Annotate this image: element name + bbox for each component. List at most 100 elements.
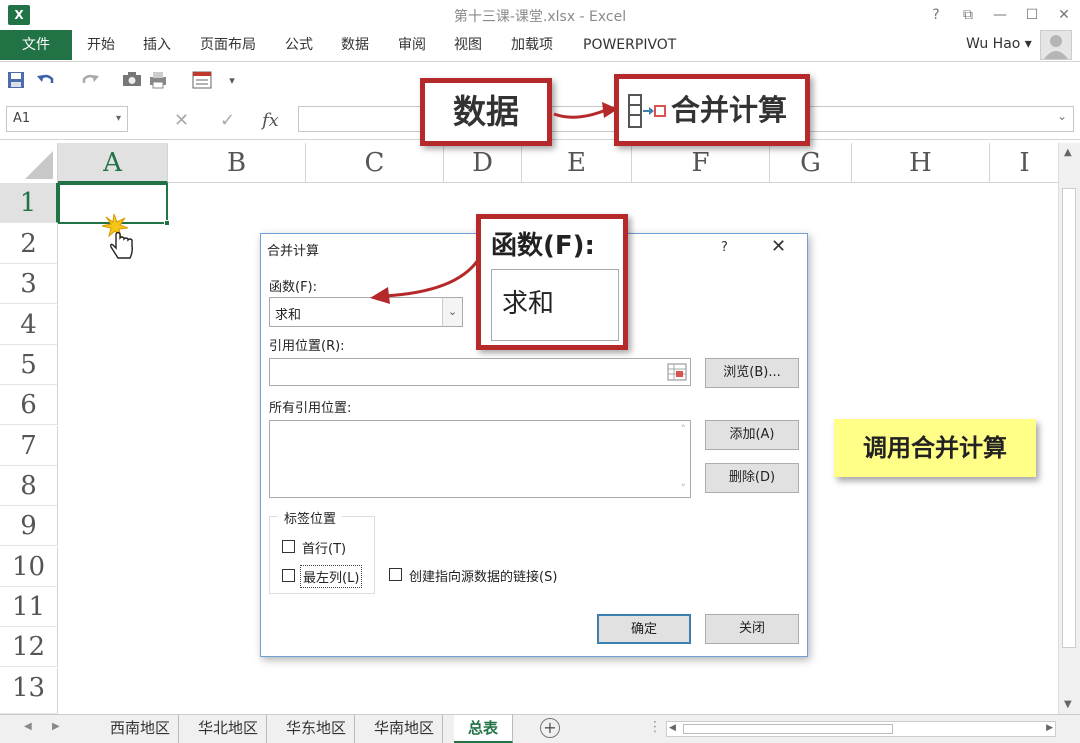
all-references-list[interactable]: ˄ ˅ xyxy=(269,420,691,498)
row-header-9[interactable]: 9 xyxy=(0,506,58,546)
scroll-up-icon[interactable]: ▲ xyxy=(1064,147,1072,158)
name-box[interactable]: A1 ▾ xyxy=(6,106,128,132)
function-label: 函数(F): xyxy=(269,280,318,295)
collapse-dialog-icon[interactable] xyxy=(666,361,688,383)
maximize-button[interactable]: ☐ xyxy=(1018,4,1046,26)
expand-formula-icon[interactable]: ⌄ xyxy=(1057,109,1067,123)
fill-handle[interactable] xyxy=(164,220,170,226)
dialog-help-icon[interactable]: ? xyxy=(721,240,728,255)
scroll-left-icon[interactable]: ◀ xyxy=(669,723,676,733)
reference-input[interactable] xyxy=(269,358,691,386)
select-all-corner[interactable] xyxy=(0,143,58,183)
column-header-d[interactable]: D xyxy=(444,143,522,183)
help-icon[interactable]: ? xyxy=(922,4,950,26)
ok-button[interactable]: 确定 xyxy=(597,614,691,644)
row-header-1[interactable]: 1 xyxy=(0,183,58,223)
form-icon[interactable] xyxy=(192,71,212,91)
row-header-4[interactable]: 4 xyxy=(0,305,58,345)
sheet-tab-east[interactable]: 华东地区 xyxy=(278,715,356,743)
name-box-value: A1 xyxy=(13,111,31,126)
tab-insert[interactable]: 插入 xyxy=(143,30,171,60)
title-bar: X 第十三课-课堂.xlsx - Excel ? ⧉ — ☐ ✕ xyxy=(0,0,1080,30)
ribbon-tab-bar: 文件 开始 插入 页面布局 公式 数据 审阅 视图 加载项 POWERPIVOT… xyxy=(0,30,1080,62)
dialog-close-icon[interactable]: ✕ xyxy=(771,236,786,257)
row-header-10[interactable]: 10 xyxy=(0,547,58,587)
redo-icon[interactable] xyxy=(80,71,100,91)
camera-icon[interactable] xyxy=(122,71,142,91)
tab-home[interactable]: 开始 xyxy=(87,30,115,60)
tab-data[interactable]: 数据 xyxy=(341,30,369,60)
column-header-i[interactable]: I xyxy=(990,143,1060,183)
sheet-tab-south[interactable]: 华南地区 xyxy=(366,715,444,743)
confirm-entry-icon[interactable]: ✓ xyxy=(220,110,235,131)
row-header-5[interactable]: 5 xyxy=(0,345,58,385)
print-preview-icon[interactable] xyxy=(148,71,168,91)
sheet-tab-summary[interactable]: 总表 xyxy=(454,715,514,743)
column-header-c[interactable]: C xyxy=(306,143,444,183)
tab-page-layout[interactable]: 页面布局 xyxy=(200,30,256,60)
column-header-e[interactable]: E xyxy=(522,143,632,183)
top-row-label[interactable]: 首行(T) xyxy=(302,538,346,557)
row-header-7[interactable]: 7 xyxy=(0,426,58,466)
column-header-g[interactable]: G xyxy=(770,143,852,183)
column-header-h[interactable]: H xyxy=(852,143,990,183)
row-header-11[interactable]: 11 xyxy=(0,587,58,627)
customize-qat-icon[interactable]: ▾ xyxy=(222,71,242,91)
arrow-icon xyxy=(366,256,484,308)
tab-powerpivot[interactable]: POWERPIVOT xyxy=(583,30,676,60)
avatar[interactable] xyxy=(1040,30,1072,60)
save-icon[interactable] xyxy=(6,71,26,91)
row-header-8[interactable]: 8 xyxy=(0,466,58,506)
insert-function-icon[interactable]: fx xyxy=(262,110,279,131)
tab-review[interactable]: 审阅 xyxy=(398,30,426,60)
scroll-right-icon[interactable]: ▶ xyxy=(1046,723,1053,733)
close-button[interactable]: ✕ xyxy=(1050,4,1078,26)
left-column-checkbox[interactable] xyxy=(282,569,295,582)
column-header-a[interactable]: A xyxy=(58,143,168,183)
delete-button[interactable]: 删除(D) xyxy=(705,463,799,493)
all-references-label: 所有引用位置: xyxy=(269,401,352,416)
tab-view[interactable]: 视图 xyxy=(454,30,482,60)
row-header-2[interactable]: 2 xyxy=(0,224,58,264)
cancel-entry-icon[interactable]: ✕ xyxy=(174,110,189,131)
browse-button[interactable]: 浏览(B)... xyxy=(705,358,799,388)
tab-add-ins[interactable]: 加载项 xyxy=(511,30,553,60)
tab-file[interactable]: 文件 xyxy=(0,30,72,60)
function-select-value: 求和 xyxy=(275,308,302,323)
scroll-down-icon[interactable]: ▼ xyxy=(1064,699,1072,710)
vertical-scrollbar[interactable]: ▲ ▼ xyxy=(1058,143,1080,717)
create-links-label[interactable]: 创建指向源数据的链接(S) xyxy=(409,566,557,585)
sheet-scroll-right-icon[interactable]: ▶ xyxy=(52,721,60,732)
sheet-tab-southwest[interactable]: 西南地区 xyxy=(102,715,180,743)
minimize-button[interactable]: — xyxy=(986,4,1014,26)
tab-split-handle[interactable]: ⋮ xyxy=(648,719,662,735)
horizontal-scrollbar[interactable]: ◀ ▶ xyxy=(666,721,1056,737)
column-header-b[interactable]: B xyxy=(168,143,306,183)
ribbon-display-icon[interactable]: ⧉ xyxy=(954,4,982,26)
window-title: 第十三课-课堂.xlsx - Excel xyxy=(453,9,627,25)
row-header-12[interactable]: 12 xyxy=(0,627,58,667)
user-account[interactable]: Wu Hao ▾ xyxy=(966,30,1032,60)
vertical-scroll-thumb[interactable] xyxy=(1062,188,1076,648)
column-header-f[interactable]: F xyxy=(632,143,770,183)
top-row-checkbox[interactable] xyxy=(282,540,295,553)
label-position-group: 标签位置 首行(T) 最左列(L) xyxy=(269,508,375,594)
column-headers: A B C D E F G H I xyxy=(0,143,1060,183)
row-header-6[interactable]: 6 xyxy=(0,385,58,425)
row-header-13[interactable]: 13 xyxy=(0,668,58,714)
left-column-label[interactable]: 最左列(L) xyxy=(300,565,363,588)
list-scroll-up-icon[interactable]: ˄ xyxy=(681,423,687,436)
sheet-tab-north[interactable]: 华北地区 xyxy=(190,715,268,743)
undo-icon[interactable] xyxy=(36,71,56,91)
add-sheet-button[interactable]: + xyxy=(540,718,560,738)
tab-formulas[interactable]: 公式 xyxy=(285,30,313,60)
list-scroll-down-icon[interactable]: ˅ xyxy=(681,482,687,495)
dialog-close-button[interactable]: 关闭 xyxy=(705,614,799,644)
row-header-3[interactable]: 3 xyxy=(0,264,58,304)
label-position-title: 标签位置 xyxy=(278,508,343,527)
chevron-down-icon[interactable]: ▾ xyxy=(116,107,121,131)
horizontal-scroll-thumb[interactable] xyxy=(683,724,893,734)
sheet-scroll-left-icon[interactable]: ◀ xyxy=(24,721,32,732)
create-links-checkbox[interactable] xyxy=(389,568,402,581)
add-button[interactable]: 添加(A) xyxy=(705,420,799,450)
